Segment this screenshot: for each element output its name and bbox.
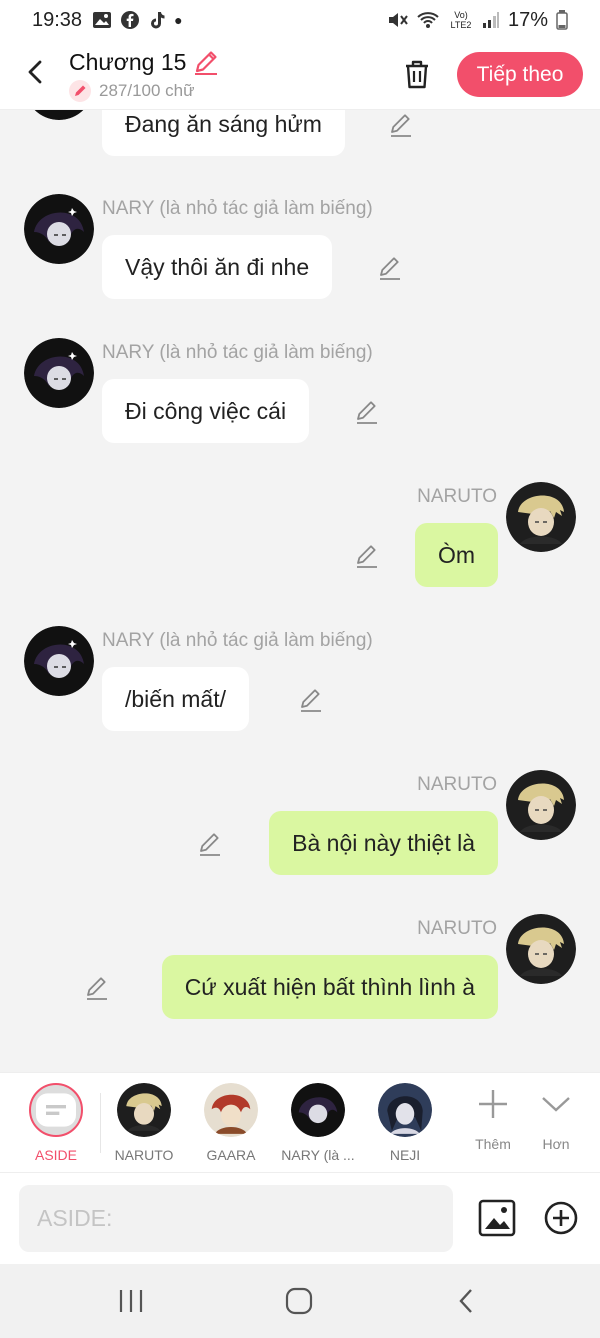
message-bubble[interactable]: Bà nội này thiệt là (269, 811, 498, 875)
composer (0, 1172, 600, 1264)
edit-message-pencil-icon[interactable] (388, 112, 414, 138)
message-input[interactable] (19, 1185, 453, 1252)
sender-name: NARY (là nhỏ tác giả làm biếng) (102, 630, 373, 651)
edit-message-pencil-icon[interactable] (354, 399, 380, 425)
mute-icon (388, 13, 408, 27)
edit-message-pencil-icon[interactable] (377, 255, 403, 281)
chapter-title-text: Chương 15 (69, 48, 187, 75)
wifi-icon (417, 12, 439, 28)
sender-name: NARUTO (417, 774, 497, 795)
chapter-header: Chương 15 287/100 chữ Tiếp theo (0, 40, 600, 110)
message-bubble[interactable]: /biến mất/ (102, 667, 249, 731)
network-label: Vo) LTE2 (450, 10, 472, 30)
word-count-text: 287/100 chữ (99, 81, 195, 100)
battery-percent: 17% (507, 8, 548, 31)
aside-icon (29, 1083, 83, 1137)
character-label: ASIDE (34, 1147, 77, 1163)
character-naruto[interactable]: NARUTO (104, 1083, 184, 1163)
tiktok-icon (151, 12, 165, 29)
add-circle-icon[interactable] (544, 1201, 578, 1235)
divider (100, 1093, 101, 1153)
edit-title-pencil-icon[interactable] (192, 48, 220, 76)
facebook-icon (121, 11, 140, 29)
character-nary[interactable]: NARY (là ... (278, 1083, 358, 1163)
plus-icon (479, 1090, 507, 1118)
avatar-gaara (204, 1083, 258, 1137)
edit-message-pencil-icon[interactable] (298, 687, 324, 713)
chat-area[interactable]: Đang ăn sáng hửm NARY (là nhỏ tác giả là… (0, 110, 600, 1072)
status-app-icons: ● (92, 10, 183, 30)
character-aside[interactable]: ASIDE (16, 1083, 96, 1163)
home-icon[interactable] (284, 1286, 314, 1316)
system-nav-bar (0, 1264, 600, 1338)
sender-name: NARY (là nhỏ tác giả làm biếng) (102, 342, 373, 363)
image-icon[interactable] (478, 1199, 516, 1237)
avatar-naruto[interactable] (506, 914, 576, 984)
character-gaara[interactable]: GAARA (191, 1083, 271, 1163)
sender-name: NARY (là nhỏ tác giả làm biếng) (102, 198, 373, 219)
character-neji[interactable]: NEJI (365, 1083, 445, 1163)
next-chapter-button[interactable]: Tiếp theo (457, 52, 583, 97)
character-label: NARY (là ... (281, 1147, 355, 1163)
trash-icon[interactable] (400, 57, 434, 91)
avatar-naruto (117, 1083, 171, 1137)
word-count-pencil-icon (69, 80, 91, 102)
recent-apps-icon[interactable] (116, 1286, 146, 1316)
status-bar: 19:38 ● Vo) LTE2 17% (0, 0, 600, 40)
sender-name: NARUTO (417, 918, 497, 939)
edit-message-pencil-icon[interactable] (84, 975, 110, 1001)
avatar-nary (291, 1083, 345, 1137)
character-label: NEJI (389, 1147, 421, 1163)
word-count: 287/100 chữ (69, 80, 195, 102)
avatar-nary[interactable] (24, 338, 94, 408)
message-bubble[interactable]: Cứ xuất hiện bất thình lình à (161, 955, 498, 1019)
message-bubble[interactable]: Đang ăn sáng hửm (102, 110, 345, 156)
add-character-button[interactable]: Thêm (463, 1087, 523, 1152)
status-time: 19:38 (32, 8, 83, 31)
avatar-neji (378, 1083, 432, 1137)
character-label: GAARA (206, 1147, 256, 1163)
message-bubble[interactable]: Òm (414, 523, 498, 587)
avatar-naruto[interactable] (506, 482, 576, 552)
message-bubble[interactable]: Vậy thôi ăn đi nhe (102, 235, 333, 299)
battery-icon (556, 10, 568, 30)
avatar-nary[interactable] (24, 194, 94, 264)
character-label: NARUTO (114, 1147, 174, 1163)
status-right: Vo) LTE2 17% (386, 9, 568, 32)
gallery-icon (93, 12, 112, 28)
more-characters-button[interactable]: Hơn (526, 1087, 586, 1152)
edit-message-pencil-icon[interactable] (354, 543, 380, 569)
system-back-icon[interactable] (452, 1286, 482, 1316)
add-character-label: Thêm (475, 1136, 511, 1152)
character-selector: ASIDE NARUTO GAARA NARY (là ... NEJI Thê… (0, 1072, 600, 1172)
avatar-nary[interactable] (24, 110, 94, 120)
avatar-nary[interactable] (24, 626, 94, 696)
edit-message-pencil-icon[interactable] (197, 831, 223, 857)
message-bubble[interactable]: Đi công việc cái (102, 379, 310, 443)
back-arrow-icon[interactable] (22, 58, 50, 86)
notification-dot-icon: ● (174, 12, 183, 28)
sender-name: NARUTO (417, 486, 497, 507)
chevron-down-icon (542, 1097, 570, 1112)
more-characters-label: Hơn (542, 1136, 570, 1152)
chapter-title[interactable]: Chương 15 (69, 48, 220, 76)
avatar-naruto[interactable] (506, 770, 576, 840)
signal-icon (482, 12, 499, 28)
